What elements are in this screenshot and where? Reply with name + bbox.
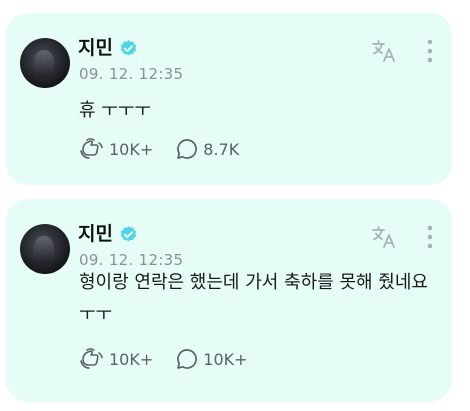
post-card: 지민 09. 12. 12:35 휴 ㅜㅜㅜ 10K+ 8.7K: [6, 13, 452, 185]
verified-badge-icon: [119, 225, 138, 244]
avatar[interactable]: [20, 38, 70, 88]
post-actions: 10K+ 10K+: [79, 347, 248, 371]
comment-button[interactable]: 10K+: [175, 347, 248, 371]
avatar[interactable]: [20, 224, 70, 274]
like-hands-icon: [79, 347, 105, 371]
more-vertical-icon[interactable]: [422, 223, 438, 253]
comment-bubble-icon: [175, 347, 199, 371]
author-row: 지민: [78, 223, 138, 245]
comment-count: 10K+: [203, 349, 248, 369]
like-hands-icon: [79, 137, 105, 161]
comment-count: 8.7K: [203, 139, 240, 159]
post-card: 지민 09. 12. 12:35 형이랑 연락은 했는데 가서 축하를 못해 줬…: [6, 199, 452, 402]
author-name[interactable]: 지민: [78, 223, 113, 245]
translate-icon[interactable]: [370, 223, 398, 251]
like-button[interactable]: 10K+: [79, 137, 153, 161]
post-actions: 10K+ 8.7K: [79, 137, 239, 161]
translate-icon[interactable]: [370, 37, 398, 65]
more-vertical-icon[interactable]: [422, 37, 438, 67]
like-button[interactable]: 10K+: [79, 347, 153, 371]
post-timestamp: 09. 12. 12:35: [79, 65, 184, 83]
post-text: 휴 ㅜㅜㅜ: [79, 100, 151, 121]
comment-bubble-icon: [175, 137, 199, 161]
like-count: 10K+: [109, 349, 154, 369]
verified-badge-icon: [119, 39, 138, 58]
post-feed: 지민 09. 12. 12:35 휴 ㅜㅜㅜ 10K+ 8.7K 지민 09. …: [0, 0, 470, 411]
like-count: 10K+: [109, 139, 154, 159]
author-row: 지민: [78, 37, 138, 59]
comment-button[interactable]: 8.7K: [175, 137, 239, 161]
post-text: 형이랑 연락은 했는데 가서 축하를 못해 줬네요ㅜㅜ: [79, 272, 428, 325]
author-name[interactable]: 지민: [78, 37, 113, 59]
